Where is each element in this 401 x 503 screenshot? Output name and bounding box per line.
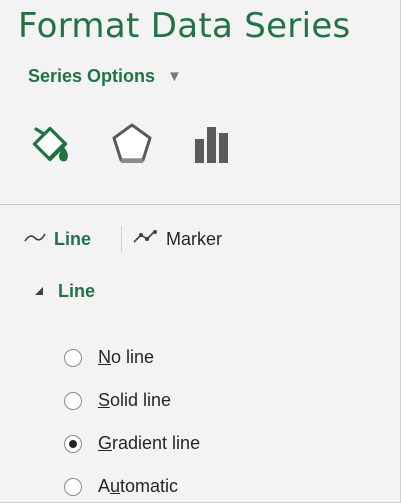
- automatic-option[interactable]: Automatic: [64, 465, 200, 502]
- subtab-divider: [121, 226, 123, 252]
- bar-chart-icon: [189, 121, 235, 172]
- line-section-toggle[interactable]: Line: [34, 281, 95, 302]
- tab-fill-line[interactable]: [24, 120, 76, 172]
- pentagon-icon: [109, 121, 155, 172]
- line-icon: [24, 229, 54, 250]
- subtab-marker[interactable]: Marker: [132, 229, 222, 250]
- chevron-down-icon: ▼: [167, 68, 182, 85]
- format-data-series-pane: Format Data Series Series Options ▼ Line…: [0, 0, 401, 503]
- subtab-line[interactable]: Line: [24, 229, 91, 250]
- marker-icon: [132, 229, 166, 250]
- automatic-radio[interactable]: [64, 477, 82, 496]
- series-options-dropdown[interactable]: Series Options ▼: [28, 66, 182, 87]
- gradient-line-label: Gradient line: [98, 433, 201, 453]
- gradient-line-radio[interactable]: [64, 434, 82, 453]
- tab-series-options[interactable]: [186, 120, 238, 172]
- subtab-line-label: Line: [54, 228, 92, 249]
- tab-effects[interactable]: [106, 120, 158, 172]
- automatic-label: Automatic: [98, 476, 179, 496]
- solid-line-radio[interactable]: [64, 391, 82, 410]
- line-marker-subtabs: Line Marker: [24, 226, 222, 252]
- solid-line-option[interactable]: Solid line: [64, 379, 200, 422]
- gradient-line-option[interactable]: Gradient line: [64, 422, 200, 465]
- subtab-marker-label: Marker: [166, 228, 223, 249]
- solid-line-label: Solid line: [98, 390, 172, 410]
- no-line-label: No line: [98, 347, 155, 367]
- series-options-label: Series Options: [28, 66, 156, 86]
- pane-title: Format Data Series: [18, 6, 351, 46]
- no-line-option[interactable]: No line: [64, 336, 200, 379]
- collapse-triangle-icon: [34, 283, 58, 301]
- tab-divider: [0, 204, 400, 205]
- radio-selected-dot: [69, 439, 77, 448]
- line-type-options: No line Solid line Gradient line Automat…: [64, 336, 200, 502]
- paint-bucket-icon: [26, 122, 74, 171]
- no-line-radio[interactable]: [64, 348, 82, 367]
- line-section-label: Line: [58, 281, 96, 301]
